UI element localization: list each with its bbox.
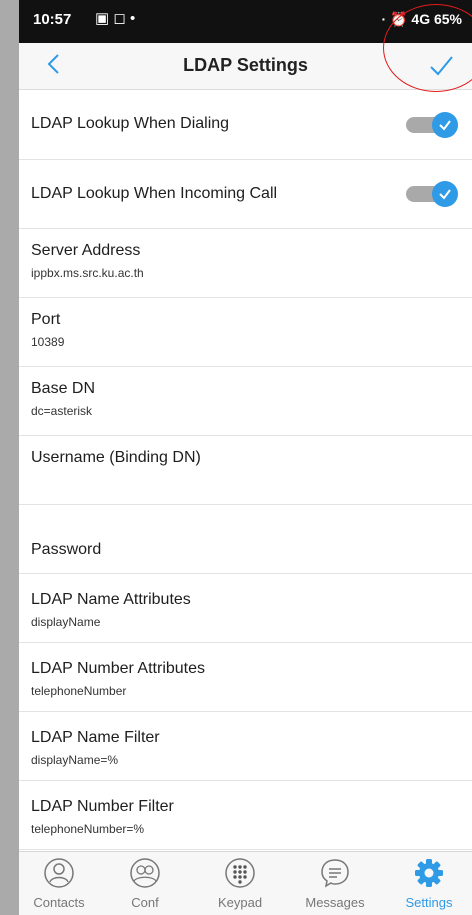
password-row[interactable]: Password xyxy=(19,505,472,574)
status-right: · ⏰ 4G 65% xyxy=(381,11,462,27)
lookup-dialing-toggle[interactable] xyxy=(406,111,458,138)
tab-label: Messages xyxy=(305,895,365,910)
page-title: LDAP Settings xyxy=(183,55,308,75)
contacts-icon xyxy=(44,858,74,888)
row-label: LDAP Number Filter xyxy=(31,798,174,815)
row-label: LDAP Number Attributes xyxy=(31,660,206,677)
notification-icons: ▣ ◻ • xyxy=(95,9,135,27)
gear-icon xyxy=(415,859,443,887)
row-label: LDAP Lookup When Dialing xyxy=(31,115,230,132)
messages-icon xyxy=(321,859,349,888)
row-value: displayName xyxy=(31,615,101,629)
settings-list: LDAP Lookup When Dialing LDAP Lookup Whe… xyxy=(19,90,472,850)
tab-bar: Contacts Conf Keypad Messages Settings xyxy=(19,851,472,915)
row-value: telephoneNumber=% xyxy=(31,822,145,836)
toggle-knob xyxy=(432,181,458,207)
row-label: LDAP Name Filter xyxy=(31,729,160,746)
lookup-incoming-toggle[interactable] xyxy=(406,181,458,207)
toggle-knob xyxy=(432,111,458,138)
notification-dot-icon: • xyxy=(129,10,136,27)
row-value: displayName=% xyxy=(31,753,119,767)
row-label: Port xyxy=(31,311,61,328)
ldap-number-attributes-row[interactable]: LDAP Number Attributes telephoneNumber xyxy=(19,643,472,712)
ldap-name-filter-row[interactable]: LDAP Name Filter displayName=% xyxy=(19,712,472,781)
ldap-lookup-dialing-row[interactable]: LDAP Lookup When Dialing xyxy=(19,90,472,160)
check-icon xyxy=(439,119,451,131)
phone-screen: 10:57 ▣ ◻ • · ⏰ 4G 65% LDAP Settings LDA… xyxy=(19,0,472,915)
tab-messages[interactable]: Messages xyxy=(295,852,375,915)
keypad-icon xyxy=(225,858,255,888)
tab-settings[interactable]: Settings xyxy=(389,852,469,915)
ldap-name-attributes-row[interactable]: LDAP Name Attributes displayName xyxy=(19,574,472,643)
row-label: LDAP Name Attributes xyxy=(31,591,191,608)
row-label: Base DN xyxy=(31,380,96,397)
notification-app-icon: ▣ xyxy=(95,10,110,27)
row-value: telephoneNumber xyxy=(31,684,127,698)
row-label: LDAP Lookup When Incoming Call xyxy=(31,185,278,202)
nav-bar: LDAP Settings xyxy=(19,43,472,90)
username-row[interactable]: Username (Binding DN) xyxy=(19,436,472,505)
status-bar: 10:57 ▣ ◻ • · ⏰ 4G 65% xyxy=(19,0,472,43)
row-value: dc=asterisk xyxy=(31,404,93,418)
server-address-row[interactable]: Server Address ippbx.ms.src.ku.ac.th xyxy=(19,229,472,298)
tab-label: Contacts xyxy=(33,895,85,910)
row-value: 10389 xyxy=(31,335,65,349)
tab-label: Conf xyxy=(131,895,159,910)
confirm-check-icon[interactable] xyxy=(428,53,454,79)
ldap-lookup-incoming-row[interactable]: LDAP Lookup When Incoming Call xyxy=(19,160,472,229)
ldap-number-filter-row[interactable]: LDAP Number Filter telephoneNumber=% xyxy=(19,781,472,850)
tab-label: Keypad xyxy=(217,895,263,910)
row-value: ippbx.ms.src.ku.ac.th xyxy=(31,266,144,280)
tab-label: Settings xyxy=(405,895,453,910)
row-label: Password xyxy=(31,541,102,558)
port-row[interactable]: Port 10389 xyxy=(19,298,472,367)
base-dn-row[interactable]: Base DN dc=asterisk xyxy=(19,367,472,436)
tab-conf[interactable]: Conf xyxy=(105,852,185,915)
tab-keypad[interactable]: Keypad xyxy=(200,852,280,915)
row-label: Server Address xyxy=(31,242,141,259)
status-time: 10:57 xyxy=(33,11,72,28)
notification-square-icon: ◻ xyxy=(113,10,126,27)
conference-icon xyxy=(130,858,160,888)
check-icon xyxy=(439,189,451,200)
tab-contacts[interactable]: Contacts xyxy=(19,852,99,915)
row-label: Username (Binding DN) xyxy=(31,449,201,466)
